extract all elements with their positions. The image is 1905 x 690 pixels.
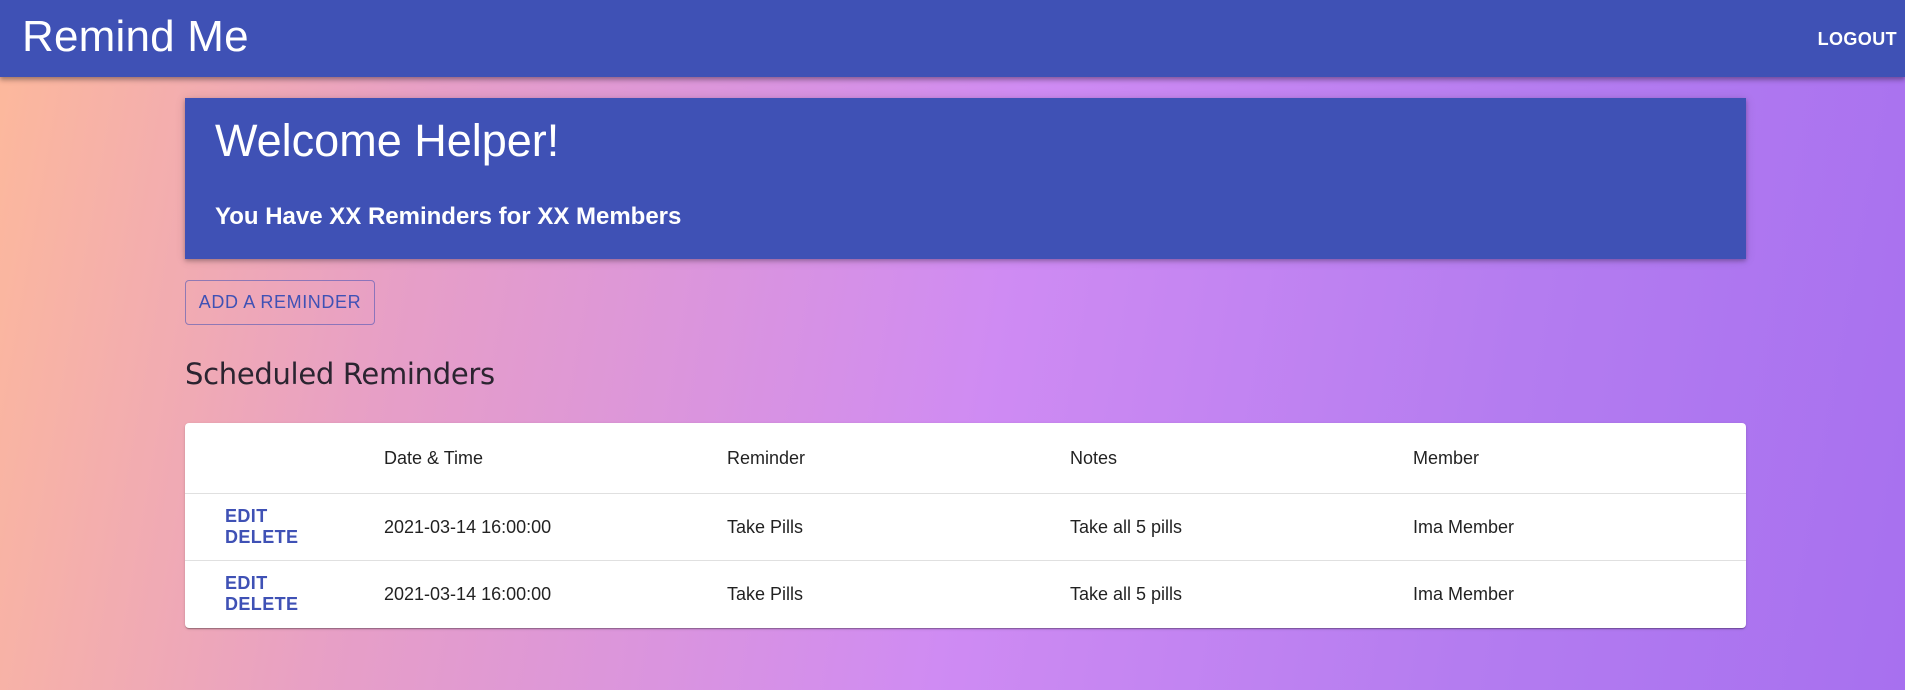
cell-member: Ima Member	[1413, 493, 1746, 561]
edit-button[interactable]: EDIT	[225, 573, 268, 594]
cell-member: Ima Member	[1413, 583, 1515, 604]
app-title: Remind Me	[22, 12, 249, 61]
cell-date-time: 2021-03-14 16:00:00	[384, 493, 727, 561]
edit-button[interactable]: EDIT	[225, 506, 268, 527]
section-title: Scheduled Reminders	[185, 357, 495, 391]
logout-button[interactable]: LOGOUT	[1816, 22, 1899, 56]
cell-reminder: Take Pills	[727, 493, 1070, 561]
header-actions	[185, 423, 384, 494]
welcome-title: Welcome Helper!	[215, 115, 560, 166]
cell-notes: Take all 5 pills	[1070, 583, 1183, 604]
header-reminder: Reminder	[727, 423, 1070, 494]
delete-button[interactable]: DELETE	[225, 527, 298, 548]
reminders-table-card: Date & Time Reminder Notes Member EDIT D…	[185, 423, 1746, 628]
welcome-card: Welcome Helper! You Have XX Reminders fo…	[185, 98, 1746, 259]
reminder-summary: You Have XX Reminders for XX Members	[215, 203, 682, 230]
table-row: EDIT DELETE 2021-03-14 16:00:00 Take Pil…	[185, 561, 1746, 628]
add-reminder-button[interactable]: ADD A REMINDER	[185, 280, 375, 325]
delete-button[interactable]: DELETE	[225, 594, 298, 615]
header-member: Member	[1413, 423, 1746, 494]
header-date-time: Date & Time	[384, 423, 727, 494]
cell-notes: Take all 5 pills	[1070, 493, 1413, 561]
row-actions: EDIT DELETE	[185, 561, 384, 628]
row-actions: EDIT DELETE	[185, 493, 384, 561]
app-bar: Remind Me LOGOUT	[0, 0, 1905, 77]
reminders-table: Date & Time Reminder Notes Member EDIT D…	[185, 423, 1746, 627]
header-notes: Notes	[1070, 423, 1413, 494]
cell-date-time: 2021-03-14 16:00:00	[384, 583, 552, 604]
cell-reminder: Take Pills	[727, 583, 804, 604]
table-header-row: Date & Time Reminder Notes Member	[185, 423, 1746, 494]
table-row: EDIT DELETE 2021-03-14 16:00:00 Take Pil…	[185, 493, 1746, 561]
